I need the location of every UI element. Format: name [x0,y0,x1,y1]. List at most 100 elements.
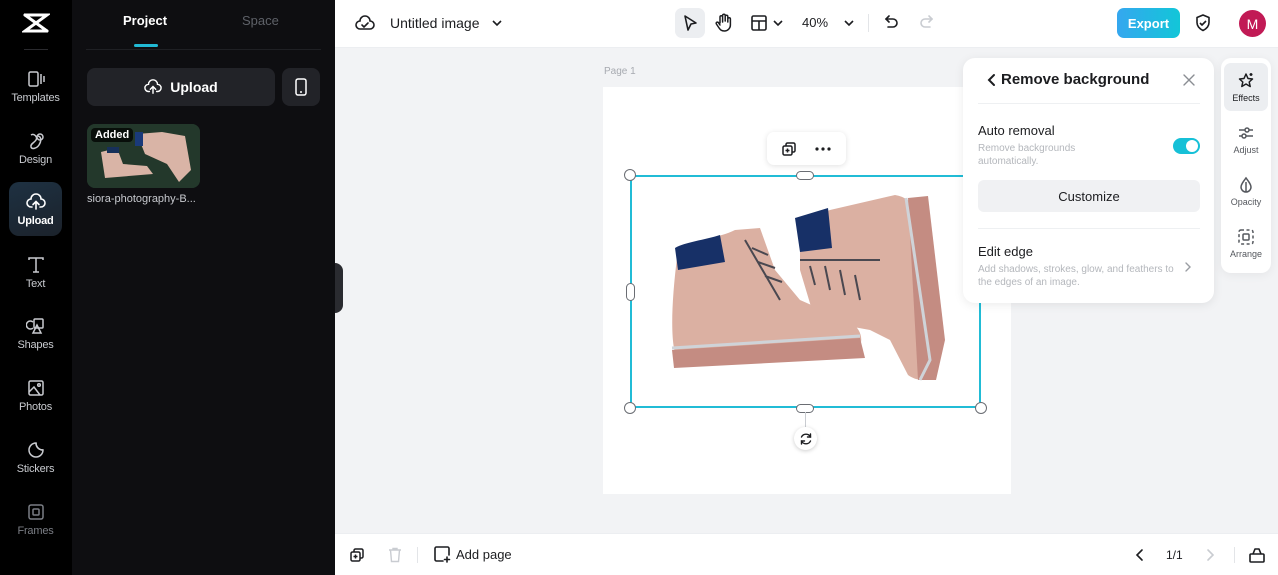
rail-label: Templates [11,91,60,104]
opacity-drop-icon [1240,176,1252,193]
tool-effects[interactable]: Effects [1224,63,1268,111]
duplicate-button[interactable] [779,139,799,159]
redo-button[interactable] [917,13,935,31]
resize-handle-top[interactable] [796,171,814,180]
document-title[interactable]: Untitled image [390,15,480,31]
user-avatar[interactable]: M [1239,10,1266,37]
rail-label: Design [18,153,53,166]
upload-label: Upload [170,79,218,95]
capcut-logo[interactable] [22,12,50,34]
phone-icon [295,78,307,96]
tool-label: Opacity [1230,196,1262,207]
tool-label: Arrange [1229,248,1263,259]
remove-background-panel: Remove background Auto removal Remove ba… [963,58,1214,303]
security-shield-button[interactable] [1193,13,1213,33]
bottom-divider [1234,547,1235,563]
photos-icon [27,379,44,396]
tab-space[interactable]: Space [242,13,279,28]
rail-item-text[interactable]: Text [9,245,62,299]
next-page-button[interactable] [1201,546,1219,564]
duplicate-page-icon [350,548,364,562]
rail-item-shapes[interactable]: Shapes [9,306,62,360]
divider [978,228,1200,229]
floating-toolbar [767,132,846,165]
auto-removal-description: Remove backgrounds automatically. [978,143,1076,167]
back-chevron-icon[interactable] [985,73,999,87]
layout-chevron-down-icon[interactable] [771,16,785,30]
bottom-bar: Add page 1/1 [335,533,1278,575]
zoom-chevron-down-icon[interactable] [842,16,856,30]
trash-icon [389,547,401,563]
rail-item-upload[interactable]: Upload [9,182,62,236]
effects-star-icon [1238,72,1254,87]
duplicate-page-button[interactable] [348,546,366,564]
page-manager-button[interactable] [1248,546,1266,564]
rotate-icon [800,432,811,445]
hand-icon [715,13,732,32]
tool-label: Effects [1232,92,1260,103]
tool-opacity[interactable]: Opacity [1224,167,1268,215]
previous-page-button[interactable] [1131,546,1149,564]
undo-button[interactable] [883,13,901,31]
more-options-button[interactable] [813,139,833,159]
resize-handle-left[interactable] [626,283,635,301]
rail-label: Text [25,277,46,290]
resize-handle-bottom-right[interactable] [975,402,987,414]
duplicate-icon [782,142,796,156]
text-icon [27,256,44,273]
upload-cloud-icon [25,192,46,210]
upload-button[interactable]: Upload [87,68,275,106]
templates-icon [27,70,45,87]
stickers-icon [27,441,44,458]
close-icon[interactable] [1182,73,1196,87]
auto-removal-toggle[interactable] [1173,138,1200,154]
auto-removal-label: Auto removal [978,123,1055,138]
rail-item-photos[interactable]: Photos [9,368,62,422]
layout-button[interactable] [749,13,769,33]
active-tab-indicator [134,44,158,47]
upload-from-phone-button[interactable] [282,68,320,106]
arrange-icon [1238,228,1254,245]
rail-item-stickers[interactable]: Stickers [9,430,62,484]
tool-label: Adjust [1233,144,1259,155]
redo-icon [920,15,934,28]
rail-item-design[interactable]: Design [9,121,62,175]
shield-check-icon [1196,14,1210,32]
rail-label: Shapes [17,338,54,351]
zoom-level[interactable]: 40% [802,15,828,30]
hand-tool-button[interactable] [713,12,735,34]
title-chevron-down-icon[interactable] [490,16,504,30]
customize-button[interactable]: Customize [978,180,1200,212]
rotate-handle-stem [805,412,806,428]
asset-thumbnail[interactable]: Added [87,124,200,188]
chevron-right-icon [1207,549,1215,561]
left-rail: Templates Design Upload Text Shapes Phot… [0,0,72,575]
delete-page-button[interactable] [386,546,404,564]
tab-project[interactable]: Project [123,13,167,28]
bottom-divider [417,547,418,563]
rail-label: Photos [18,400,53,413]
chevron-right-icon[interactable] [1183,261,1193,273]
panel-tabs: Project Space [86,0,321,50]
resize-handle-top-left[interactable] [624,169,636,181]
frames-icon [27,503,44,520]
add-page-icon [434,546,451,563]
rail-label: Stickers [16,462,55,475]
edit-edge-label[interactable]: Edit edge [978,244,1033,259]
select-tool-button[interactable] [675,8,705,38]
add-page-button[interactable]: Add page [433,545,512,563]
design-icon [29,132,44,149]
cloud-saved-icon[interactable] [355,13,375,33]
edit-edge-description: Add shadows, strokes, glow, and feathers… [978,264,1174,288]
rail-item-frames[interactable]: Frames [9,492,62,546]
pointer-icon [684,15,697,31]
asset-filename: siora-photography-B... [87,193,196,205]
rail-item-templates[interactable]: Templates [9,59,62,113]
collapse-panel-handle[interactable] [335,263,343,313]
rail-label: Upload [17,214,54,227]
export-button[interactable]: Export [1117,8,1180,38]
tool-adjust[interactable]: Adjust [1224,115,1268,163]
rotate-handle[interactable] [794,427,817,450]
tool-arrange[interactable]: Arrange [1224,219,1268,267]
resize-handle-bottom-left[interactable] [624,402,636,414]
